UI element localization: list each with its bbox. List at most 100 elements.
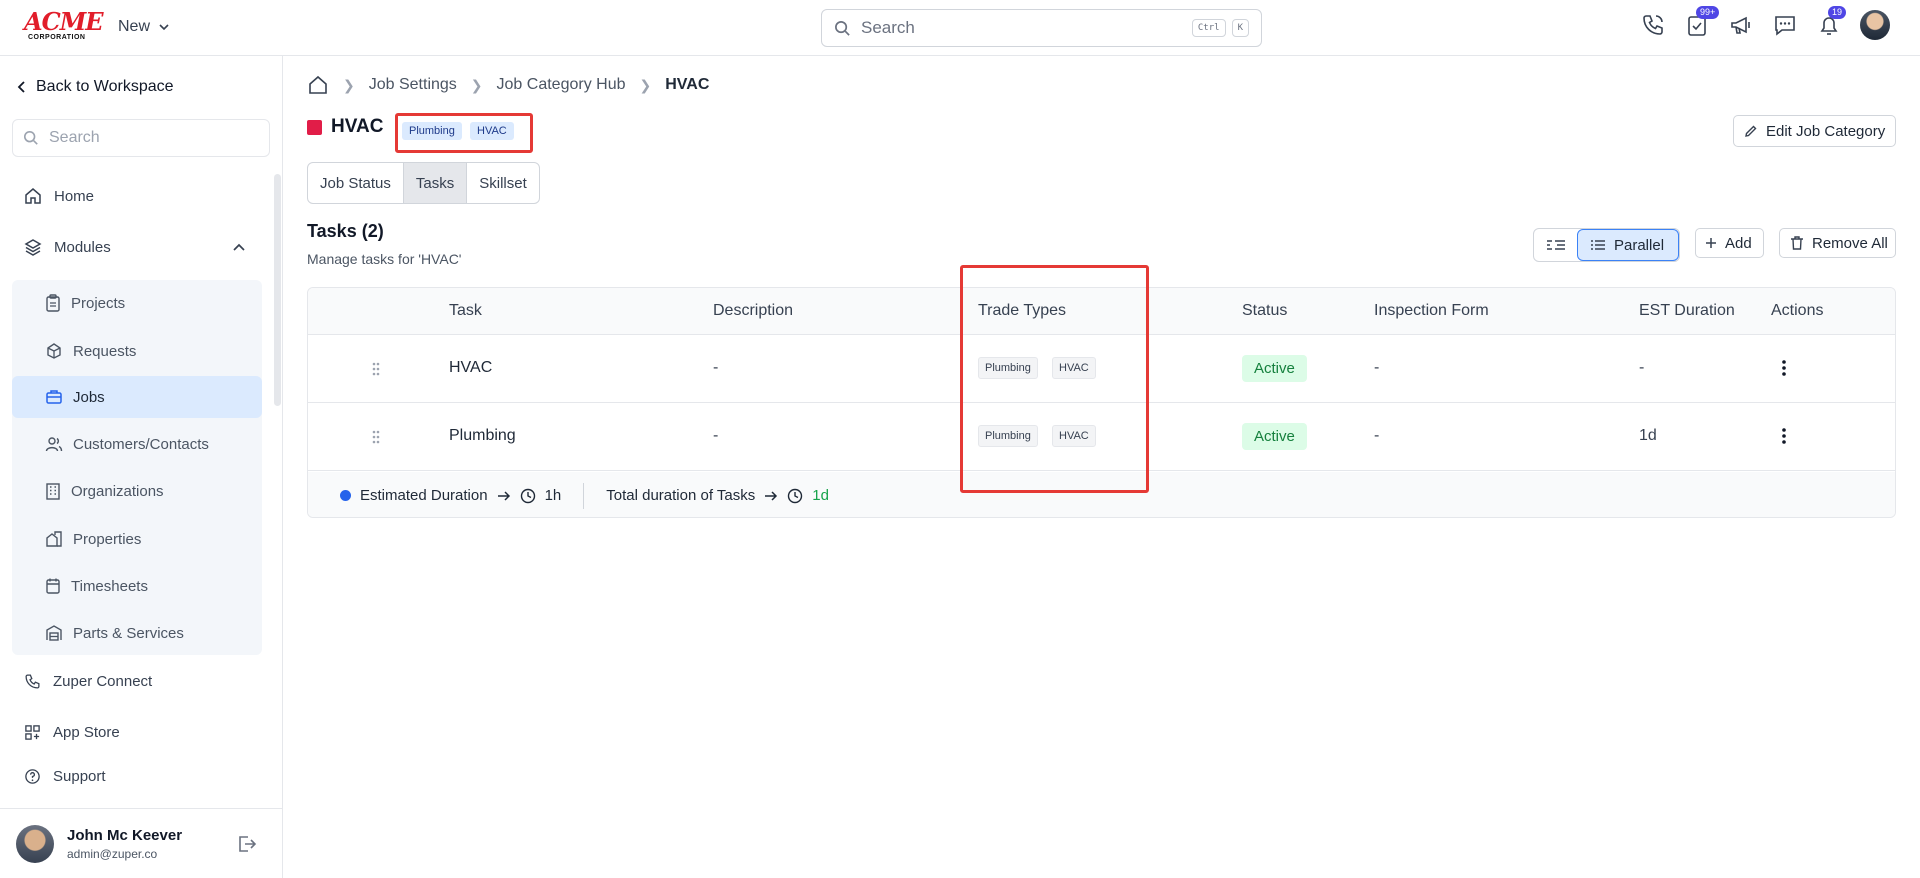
- phone-icon: [25, 674, 40, 689]
- bell-icon[interactable]: 19: [1816, 6, 1847, 38]
- remove-all-button[interactable]: Remove All: [1779, 228, 1896, 258]
- task-description: -: [713, 359, 719, 376]
- briefcase-icon: [46, 390, 62, 404]
- category-title-row: HVAC: [307, 116, 383, 138]
- sidebar-item-home[interactable]: Home: [24, 187, 94, 205]
- column-header-status: Status: [1242, 302, 1288, 319]
- task-name: Plumbing: [449, 427, 516, 444]
- tab-tasks[interactable]: Tasks: [403, 163, 468, 203]
- sidebar-item-requests[interactable]: Requests: [12, 330, 262, 372]
- home-icon[interactable]: [307, 74, 329, 96]
- user-avatar[interactable]: [1860, 10, 1890, 40]
- task-name: HVAC: [449, 359, 493, 376]
- chevron-right-icon: ❯: [343, 76, 355, 93]
- layers-icon: [24, 239, 42, 256]
- parallel-mode-button[interactable]: Parallel: [1577, 229, 1679, 261]
- category-tags-highlight: Plumbing HVAC: [395, 113, 533, 153]
- user-profile: John Mc Keever admin@zuper.co: [0, 808, 283, 878]
- sidebar-item-label: Parts & Services: [73, 624, 184, 642]
- estimated-duration-label: Estimated Duration: [360, 487, 488, 504]
- trade-types-highlight: [960, 265, 1149, 493]
- tasks-subtitle: Manage tasks for 'HVAC': [307, 251, 462, 267]
- top-bar: ACME CORPORATION New Search Ctrl K 99+ 1…: [0, 0, 1920, 56]
- search-icon: [835, 20, 850, 36]
- chevron-right-icon: ❯: [639, 76, 652, 93]
- column-header-est-duration: EST Duration: [1639, 302, 1735, 319]
- breadcrumb-current: HVAC: [665, 76, 710, 93]
- phone-icon[interactable]: [1640, 12, 1666, 38]
- new-button[interactable]: New: [118, 18, 170, 36]
- breadcrumb-job-category-hub[interactable]: Job Category Hub: [497, 76, 626, 94]
- column-header-actions: Actions: [1771, 302, 1824, 319]
- inspection-form: -: [1374, 359, 1380, 376]
- megaphone-icon[interactable]: [1728, 12, 1754, 38]
- sidebar-scrollbar[interactable]: [274, 174, 281, 406]
- sidebar-search-placeholder: Search: [49, 129, 100, 146]
- est-duration: 1d: [1639, 427, 1657, 444]
- sidebar-item-label: Projects: [71, 294, 126, 312]
- sidebar-item-label: Timesheets: [71, 577, 148, 595]
- sidebar-search-input[interactable]: Search: [12, 119, 270, 157]
- add-task-button[interactable]: Add: [1695, 228, 1764, 258]
- sidebar-item-properties[interactable]: Properties: [12, 518, 262, 560]
- est-duration: -: [1639, 359, 1645, 376]
- sidebar-item-modules[interactable]: Modules: [24, 238, 249, 256]
- user-avatar[interactable]: [16, 825, 54, 863]
- chat-icon[interactable]: [1772, 12, 1798, 38]
- sidebar-item-organizations[interactable]: Organizations: [12, 470, 262, 512]
- arrow-right-icon: [764, 490, 778, 502]
- warehouse-icon: [46, 625, 62, 641]
- back-label: Back to Workspace: [36, 78, 174, 95]
- chevron-right-icon: ❯: [470, 76, 483, 93]
- sidebar-item-label: Customers/Contacts: [73, 435, 209, 453]
- global-search-input[interactable]: Search Ctrl K: [821, 9, 1262, 47]
- kbd-k: K: [1231, 19, 1249, 37]
- drag-handle-icon[interactable]: [371, 361, 381, 377]
- home-icon: [25, 188, 41, 204]
- sidebar-item-zuper-connect[interactable]: Zuper Connect: [24, 673, 152, 690]
- new-label: New: [118, 18, 151, 35]
- tasks-badge: 99+: [1696, 6, 1720, 19]
- column-header-description: Description: [713, 302, 794, 319]
- back-to-workspace-link[interactable]: Back to Workspace: [16, 78, 174, 96]
- sidebar-item-app-store[interactable]: App Store: [24, 724, 120, 741]
- trash-icon: [1791, 236, 1803, 250]
- estimated-duration-value: 1h: [544, 487, 562, 504]
- task-description: -: [713, 427, 719, 444]
- sidebar-item-projects[interactable]: Projects: [12, 282, 262, 324]
- more-vertical-icon[interactable]: [1781, 427, 1787, 445]
- parallel-label: Parallel: [1614, 236, 1665, 254]
- help-circle-icon: [25, 769, 40, 784]
- property-icon: [46, 531, 62, 547]
- chevron-left-icon: [17, 81, 25, 93]
- task-clipboard-icon[interactable]: 99+: [1684, 6, 1720, 38]
- chevron-down-icon: [159, 24, 169, 31]
- edit-label: Edit Job Category: [1766, 122, 1886, 140]
- edit-job-category-button[interactable]: Edit Job Category: [1733, 115, 1896, 147]
- tab-job-status[interactable]: Job Status: [308, 163, 404, 203]
- sidebar-item-customers[interactable]: Customers/Contacts: [12, 423, 262, 465]
- sidebar-item-timesheets[interactable]: Timesheets: [12, 565, 262, 607]
- sidebar-item-parts-services[interactable]: Parts & Services: [12, 612, 262, 654]
- kbd-ctrl: Ctrl: [1191, 19, 1226, 37]
- clock-icon: [788, 488, 803, 503]
- tab-skillset[interactable]: Skillset: [467, 163, 539, 203]
- sidebar-item-jobs[interactable]: Jobs: [12, 376, 262, 418]
- sidebar-item-label: Home: [54, 187, 95, 205]
- more-vertical-icon[interactable]: [1781, 359, 1787, 377]
- users-icon: [45, 437, 63, 452]
- clipboard-icon: [46, 294, 60, 312]
- logout-icon[interactable]: [236, 833, 258, 855]
- plus-icon: [1706, 238, 1716, 248]
- drag-handle-icon[interactable]: [371, 429, 381, 445]
- user-email: admin@zuper.co: [67, 847, 158, 861]
- sidebar-item-support[interactable]: Support: [24, 768, 106, 785]
- remove-all-label: Remove All: [1812, 234, 1888, 252]
- company-logo[interactable]: ACME CORPORATION: [24, 10, 104, 42]
- trade-tag: HVAC: [470, 122, 514, 140]
- breadcrumb-job-settings[interactable]: Job Settings: [369, 76, 457, 94]
- sequential-mode-button[interactable]: [1534, 229, 1577, 261]
- calendar-icon: [46, 578, 60, 594]
- tasks-title: Tasks (2): [307, 221, 384, 241]
- search-placeholder: Search: [861, 18, 915, 37]
